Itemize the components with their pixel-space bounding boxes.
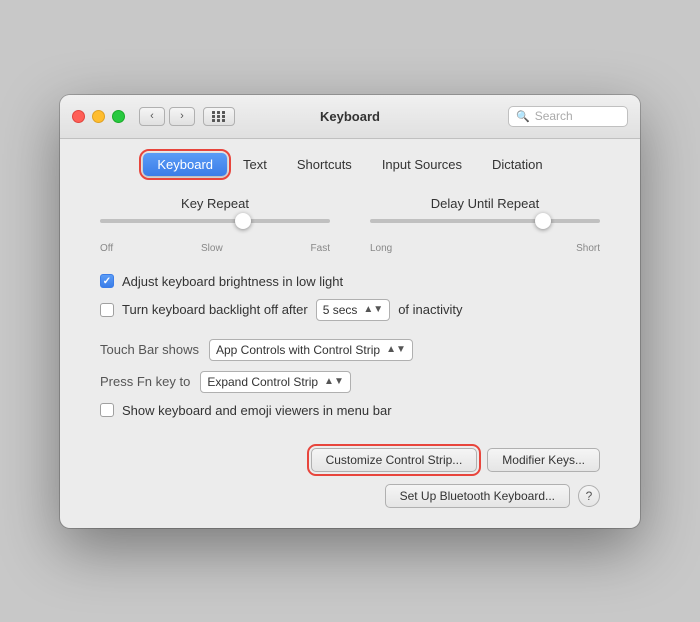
grid-view-button[interactable] xyxy=(203,107,235,126)
touchbar-shows-row: Touch Bar shows App Controls with Contro… xyxy=(100,339,600,361)
fn-key-row: Press Fn key to Expand Control Strip ▲▼ xyxy=(100,371,600,393)
touchbar-shows-value: App Controls with Control Strip xyxy=(216,343,380,357)
key-repeat-marks: Off Slow Fast xyxy=(100,243,330,254)
delay-long-label: Long xyxy=(370,243,392,254)
fn-key-label: Press Fn key to xyxy=(100,374,190,389)
brightness-label: Adjust keyboard brightness in low light xyxy=(122,274,343,289)
maximize-button[interactable] xyxy=(112,110,125,123)
fn-key-value: Expand Control Strip xyxy=(207,375,318,389)
backlight-checkbox[interactable] xyxy=(100,303,114,317)
modifier-keys-button[interactable]: Modifier Keys... xyxy=(487,448,600,472)
backlight-row: Turn keyboard backlight off after 5 secs… xyxy=(100,299,600,321)
backlight-label-suffix: of inactivity xyxy=(398,302,462,317)
final-row: Set Up Bluetooth Keyboard... ? xyxy=(100,484,600,508)
touchbar-shows-arrow: ▲▼ xyxy=(386,344,406,355)
show-viewers-checkbox[interactable] xyxy=(100,403,114,417)
search-box[interactable]: 🔍 Search xyxy=(508,106,628,127)
slider-section: Key Repeat Off Slow Fast Delay Until Rep… xyxy=(100,196,600,254)
keyboard-tab-highlight: Keyboard xyxy=(143,153,227,176)
key-repeat-off-label: Off xyxy=(100,243,113,254)
show-viewers-row: Show keyboard and emoji viewers in menu … xyxy=(100,403,600,418)
backlight-dropdown-value: 5 secs xyxy=(323,303,358,317)
tab-shortcuts[interactable]: Shortcuts xyxy=(283,153,366,176)
content-area: Key Repeat Off Slow Fast Delay Until Rep… xyxy=(60,186,640,528)
customize-button[interactable]: Customize Control Strip... xyxy=(311,448,478,472)
backlight-dropdown-arrow: ▲▼ xyxy=(363,304,383,315)
search-icon: 🔍 xyxy=(516,110,530,123)
fn-key-arrow: ▲▼ xyxy=(324,376,344,387)
delay-label: Delay Until Repeat xyxy=(370,196,600,211)
back-button[interactable]: ‹ xyxy=(139,107,165,126)
key-repeat-slow-label: Slow xyxy=(201,243,223,254)
keyboard-preferences-window: ‹ › Keyboard 🔍 Search Keyboard Text Shor… xyxy=(60,95,640,528)
help-icon: ? xyxy=(586,489,593,503)
key-repeat-label: Key Repeat xyxy=(100,196,330,211)
key-repeat-track-container[interactable] xyxy=(100,219,330,239)
delay-track-container[interactable] xyxy=(370,219,600,239)
title-bar: ‹ › Keyboard 🔍 Search xyxy=(60,95,640,139)
tab-text[interactable]: Text xyxy=(229,153,281,176)
tab-dictation[interactable]: Dictation xyxy=(478,153,557,176)
grid-icon xyxy=(212,111,226,122)
delay-slider-group: Delay Until Repeat Long Short xyxy=(370,196,600,254)
delay-short-label: Short xyxy=(576,243,600,254)
help-button[interactable]: ? xyxy=(578,485,600,507)
bottom-buttons-row1: Customize Control Strip... Modifier Keys… xyxy=(100,448,600,472)
delay-marks: Long Short xyxy=(370,243,600,254)
bluetooth-keyboard-button[interactable]: Set Up Bluetooth Keyboard... xyxy=(385,484,570,508)
tab-keyboard[interactable]: Keyboard xyxy=(143,153,227,176)
touchbar-shows-label: Touch Bar shows xyxy=(100,342,199,357)
backlight-dropdown[interactable]: 5 secs ▲▼ xyxy=(316,299,390,321)
search-placeholder: Search xyxy=(535,109,573,123)
forward-button[interactable]: › xyxy=(169,107,195,126)
key-repeat-slider-group: Key Repeat Off Slow Fast xyxy=(100,196,330,254)
delay-track xyxy=(370,219,600,223)
options-section: Adjust keyboard brightness in low light … xyxy=(100,274,600,321)
show-viewers-label: Show keyboard and emoji viewers in menu … xyxy=(122,403,392,418)
traffic-lights xyxy=(72,110,125,123)
nav-buttons: ‹ › xyxy=(139,107,195,126)
key-repeat-fast-label: Fast xyxy=(311,243,330,254)
key-repeat-track xyxy=(100,219,330,223)
delay-thumb[interactable] xyxy=(535,213,551,229)
window-title: Keyboard xyxy=(320,109,380,124)
backlight-label-prefix: Turn keyboard backlight off after xyxy=(122,302,308,317)
tab-input-sources[interactable]: Input Sources xyxy=(368,153,476,176)
brightness-row: Adjust keyboard brightness in low light xyxy=(100,274,600,289)
brightness-checkbox[interactable] xyxy=(100,274,114,288)
tabs-container: Keyboard Text Shortcuts Input Sources Di… xyxy=(60,139,640,186)
touchbar-shows-dropdown[interactable]: App Controls with Control Strip ▲▼ xyxy=(209,339,413,361)
fn-key-dropdown[interactable]: Expand Control Strip ▲▼ xyxy=(200,371,351,393)
close-button[interactable] xyxy=(72,110,85,123)
minimize-button[interactable] xyxy=(92,110,105,123)
key-repeat-thumb[interactable] xyxy=(235,213,251,229)
